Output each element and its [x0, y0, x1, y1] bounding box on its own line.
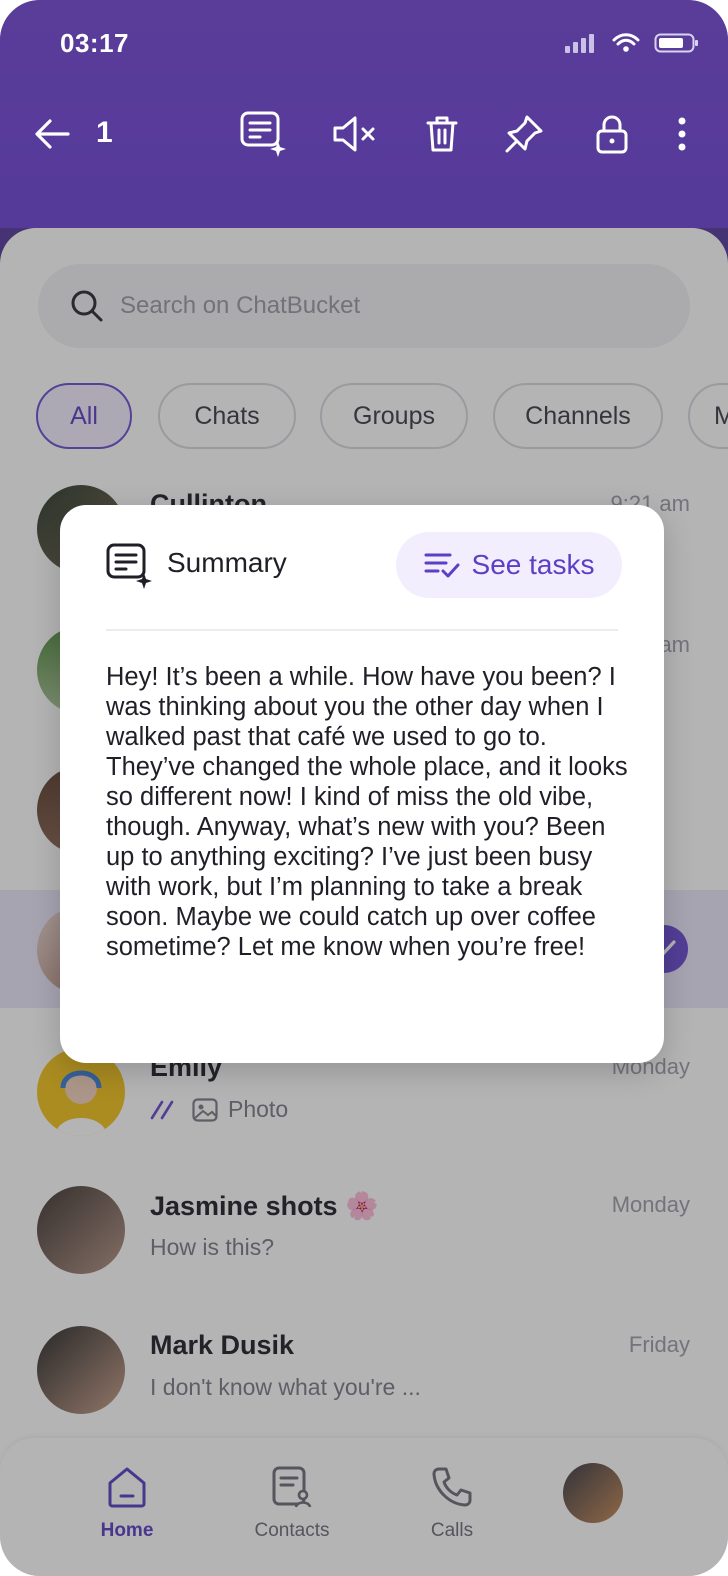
summary-dialog: Summary See tasks Hey! It’s been a while…: [60, 505, 664, 1063]
mute-button[interactable]: [330, 110, 378, 158]
trash-icon: [426, 116, 458, 152]
see-tasks-button[interactable]: See tasks: [396, 532, 622, 598]
status-time: 03:17: [60, 28, 129, 58]
mute-icon: [333, 116, 375, 152]
more-options-button[interactable]: [658, 110, 706, 158]
ai-summary-icon: [240, 111, 286, 157]
lock-button[interactable]: [588, 110, 636, 158]
task-list-icon: [424, 553, 460, 578]
divider: [106, 629, 618, 631]
back-arrow-icon: [35, 119, 70, 149]
delete-button[interactable]: [418, 110, 466, 158]
status-icons: [564, 32, 700, 54]
battery-icon: [654, 33, 698, 53]
selection-action-bar: 1: [0, 100, 728, 166]
pin-button[interactable]: [500, 110, 548, 158]
app-screen: 03:17 1 Search on ChatBucket All Chats G…: [0, 0, 728, 1576]
ai-summary-icon: [106, 543, 152, 589]
lock-icon: [596, 115, 628, 154]
back-button[interactable]: [28, 110, 76, 158]
more-vertical-icon: [678, 117, 686, 151]
wifi-icon: [612, 33, 640, 52]
signal-icon: [565, 34, 594, 53]
see-tasks-label: See tasks: [471, 549, 595, 580]
summary-button[interactable]: [240, 110, 288, 158]
pin-icon: [505, 115, 543, 153]
summary-header-icon: [106, 543, 154, 594]
summary-title: Summary: [167, 547, 287, 578]
selected-count: 1: [96, 116, 113, 149]
top-app-bar: 03:17 1: [0, 0, 728, 260]
summary-body: Hey! It’s been a while. How have you bee…: [106, 663, 628, 961]
